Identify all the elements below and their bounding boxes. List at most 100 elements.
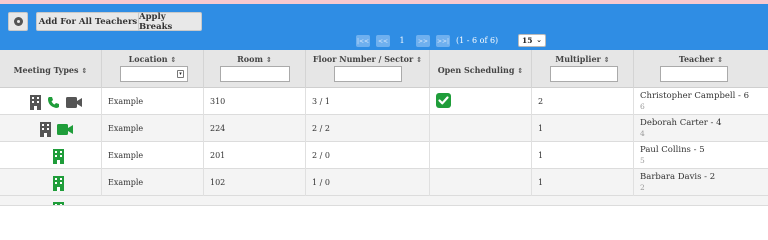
next-page-button[interactable]: >> — [416, 35, 430, 47]
table-row[interactable]: Example 224 2 / 2 1 Deborah Carter - 44 — [0, 115, 768, 142]
meeting-types-cell — [0, 115, 102, 142]
prev-page-button[interactable]: << — [376, 35, 390, 47]
building-icon — [30, 94, 41, 110]
col-room[interactable]: Room ⇕ — [204, 50, 306, 88]
open-scheduling-cell — [430, 169, 532, 196]
meeting-type-icons — [40, 121, 73, 137]
col-meeting-types-label: Meeting Types — [13, 65, 79, 75]
add-for-all-teachers-button[interactable]: Add For All Teachers — [36, 12, 140, 31]
open-scheduling-cell — [430, 142, 532, 169]
table-row[interactable]: Example 310 3 / 1 2 Christopher Campbell - 6… — [0, 88, 768, 115]
multiplier-value: 1 — [538, 124, 544, 133]
table-row[interactable]: Example 102 1 / 0 1 Barbara Davis - 22 — [0, 169, 768, 196]
meeting-type-icons — [30, 94, 82, 110]
last-page-button[interactable]: >>| — [436, 35, 450, 47]
location-cell: Example — [102, 115, 204, 142]
location-cell: Example — [102, 169, 204, 196]
sort-icon: ⇕ — [416, 56, 423, 64]
col-location-label: Location — [128, 54, 168, 64]
sort-icon: ⇕ — [603, 56, 610, 64]
col-location[interactable]: Location ⇕ ▾ — [102, 50, 204, 88]
gear-icon — [13, 17, 23, 26]
location-value: Example — [108, 151, 144, 160]
floor-cell: 3 / 1 — [306, 88, 430, 115]
floor-cell: 1 / 0 — [306, 169, 430, 196]
location-value: Example — [108, 124, 144, 133]
floor-value: 2 / 2 — [312, 124, 330, 133]
teacher-cell: Barbara Davis - 22 — [634, 169, 768, 196]
multiplier-cell: 1 — [532, 115, 634, 142]
sort-icon: ⇕ — [265, 56, 272, 64]
meeting-type-icons — [53, 175, 64, 191]
room-value: 102 — [210, 178, 226, 187]
room-cell: 102 — [204, 169, 306, 196]
col-open-scheduling[interactable]: Open Scheduling ⇕ — [430, 50, 532, 88]
multiplier-value: 1 — [538, 178, 544, 187]
floor-filter-input[interactable] — [334, 66, 402, 82]
sort-icon: ⇕ — [81, 67, 88, 75]
sort-icon: ⇕ — [170, 56, 177, 64]
col-meeting-types[interactable]: Meeting Types ⇕ — [0, 50, 102, 88]
teacher-name: Barbara Davis - 2 — [640, 172, 716, 182]
room-cell: 224 — [204, 115, 306, 142]
room-cell: 310 — [204, 88, 306, 115]
open-scheduling-cell — [430, 115, 532, 142]
open-scheduling-cell — [430, 88, 532, 115]
col-open-scheduling-label: Open Scheduling — [437, 65, 515, 75]
table-row[interactable]: Example 201 2 / 0 1 Paul Collins - 55 — [0, 142, 768, 169]
teacher-id: 4 — [640, 129, 645, 138]
apply-breaks-button[interactable]: Apply Breaks — [138, 12, 202, 32]
chevron-down-icon: ⌄ — [536, 36, 542, 44]
floor-cell: 2 / 0 — [306, 142, 430, 169]
table-row-partial[interactable] — [0, 196, 768, 206]
rows-per-page-select[interactable]: 15 ⌄ — [518, 34, 546, 47]
multiplier-cell: 1 — [532, 169, 634, 196]
meeting-types-cell — [0, 142, 102, 169]
col-floor-label: Floor Number / Sector — [312, 54, 414, 64]
room-value: 310 — [210, 97, 226, 106]
location-cell: Example — [102, 88, 204, 115]
multiplier-filter-input[interactable] — [550, 66, 618, 82]
meeting-type-icons — [53, 148, 64, 164]
col-multiplier-label: Multiplier — [555, 54, 601, 64]
teacher-filter-input[interactable] — [660, 66, 728, 82]
table-header: Meeting Types ⇕ Location ⇕ ▾ Room ⇕ Floor N… — [0, 50, 768, 88]
teacher-id: 6 — [640, 102, 645, 111]
teacher-cell: Deborah Carter - 44 — [634, 115, 768, 142]
meeting-types-cell — [0, 88, 102, 115]
floor-value: 3 / 1 — [312, 97, 330, 106]
dropdown-icon: ▾ — [177, 70, 184, 78]
teacher-name: Deborah Carter - 4 — [640, 118, 722, 128]
floor-cell: 2 / 2 — [306, 115, 430, 142]
sort-icon: ⇕ — [717, 56, 724, 64]
room-value: 224 — [210, 124, 226, 133]
col-teacher-label: Teacher — [678, 54, 715, 64]
page-report: (1 - 6 of 6) — [456, 36, 499, 45]
location-filter-select[interactable]: ▾ — [120, 66, 188, 82]
rows-per-page-value: 15 — [522, 36, 533, 45]
building-icon — [53, 202, 64, 205]
col-room-label: Room — [237, 54, 263, 64]
teacher-cell: Paul Collins - 55 — [634, 142, 768, 169]
room-filter-input[interactable] — [220, 66, 290, 82]
teacher-cell: Christopher Campbell - 66 — [634, 88, 768, 115]
settings-button[interactable] — [8, 12, 28, 31]
multiplier-value: 1 — [538, 151, 544, 160]
paginator: |<< << 1 >> >>| (1 - 6 of 6) 15 ⌄ — [0, 32, 768, 50]
floor-value: 2 / 0 — [312, 151, 330, 160]
checkbox-checked-icon[interactable] — [436, 93, 451, 108]
multiplier-value: 2 — [538, 97, 544, 106]
teacher-id: 2 — [640, 183, 645, 192]
phone-icon — [47, 96, 60, 109]
sort-icon: ⇕ — [517, 67, 524, 75]
teacher-id: 5 — [640, 156, 645, 165]
location-value: Example — [108, 178, 144, 187]
col-multiplier[interactable]: Multiplier ⇕ — [532, 50, 634, 88]
col-teacher[interactable]: Teacher ⇕ — [634, 50, 768, 88]
video-camera-icon — [66, 96, 82, 108]
teacher-name: Christopher Campbell - 6 — [640, 91, 750, 101]
col-floor[interactable]: Floor Number / Sector ⇕ — [306, 50, 430, 88]
first-page-button[interactable]: |<< — [356, 35, 370, 47]
current-page[interactable]: 1 — [396, 35, 408, 47]
multiplier-cell: 2 — [532, 88, 634, 115]
